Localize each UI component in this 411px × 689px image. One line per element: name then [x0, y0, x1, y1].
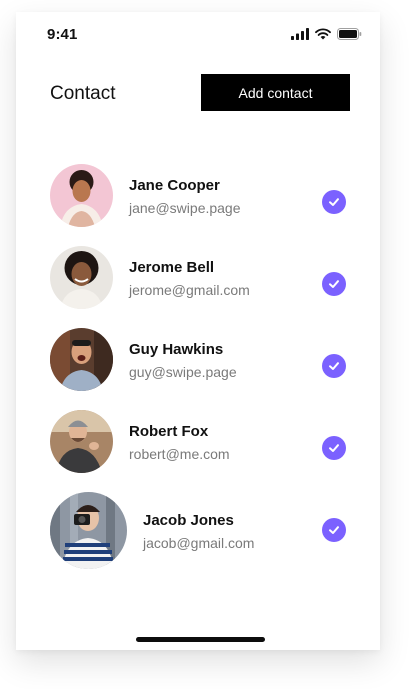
- contact-email: guy@swipe.page: [129, 364, 237, 380]
- contact-name: Jane Cooper: [129, 177, 220, 194]
- check-icon[interactable]: [322, 436, 346, 460]
- check-icon[interactable]: [322, 354, 346, 378]
- contact-name: Jerome Bell: [129, 259, 215, 276]
- status-time: 9:41: [47, 26, 78, 43]
- avatar: [50, 246, 113, 309]
- check-icon[interactable]: [322, 518, 346, 542]
- page-title: Contact: [50, 83, 116, 104]
- canvas: 9:41 Contact Add contact Jane Cooper jan…: [0, 0, 411, 689]
- status-bar: 9:41: [16, 12, 380, 56]
- contact-email: jerome@gmail.com: [129, 282, 250, 298]
- check-icon[interactable]: [322, 272, 346, 296]
- wifi-icon: [315, 27, 331, 45]
- battery-icon: [337, 27, 362, 45]
- status-icons: [291, 27, 362, 45]
- contact-email: jane@swipe.page: [129, 200, 241, 216]
- avatar: [50, 164, 113, 227]
- avatar: [50, 410, 113, 473]
- contact-name: Robert Fox: [129, 423, 209, 440]
- contact-name: Guy Hawkins: [129, 341, 224, 358]
- avatar: [50, 492, 127, 569]
- contact-row[interactable]: Guy Hawkins guy@swipe.page: [16, 326, 380, 398]
- signal-icon: [291, 27, 309, 45]
- avatar: [50, 328, 113, 391]
- home-indicator[interactable]: [136, 637, 265, 642]
- check-icon[interactable]: [322, 190, 346, 214]
- contact-row[interactable]: Jane Cooper jane@swipe.page: [16, 162, 380, 234]
- add-contact-button[interactable]: Add contact: [201, 74, 350, 111]
- header: Contact Add contact: [16, 74, 380, 112]
- contact-email: robert@me.com: [129, 446, 230, 462]
- contact-row[interactable]: Jacob Jones jacob@gmail.com: [16, 490, 380, 574]
- contact-row[interactable]: Jerome Bell jerome@gmail.com: [16, 244, 380, 316]
- contact-email: jacob@gmail.com: [143, 535, 255, 551]
- contact-name: Jacob Jones: [143, 512, 234, 529]
- contact-row[interactable]: Robert Fox robert@me.com: [16, 408, 380, 480]
- phone-screen: 9:41 Contact Add contact Jane Cooper jan…: [16, 12, 380, 650]
